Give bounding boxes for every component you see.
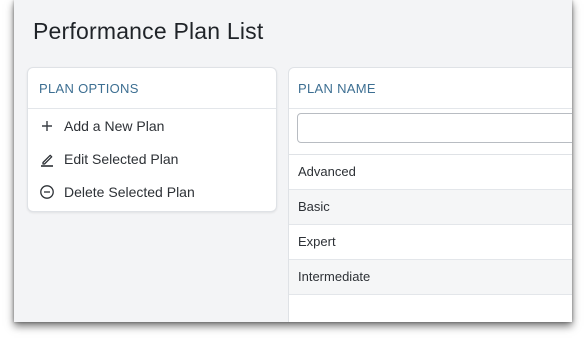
plan-name-column-header[interactable]: PLAN NAME (289, 68, 572, 109)
pencil-icon (39, 151, 55, 167)
plan-name-filter-input[interactable] (297, 113, 572, 143)
table-row[interactable]: Advanced (289, 155, 572, 190)
plan-options-header: PLAN OPTIONS (28, 68, 276, 109)
table-row[interactable]: Basic (289, 190, 572, 225)
filter-row (289, 109, 572, 155)
add-plan-button[interactable]: Add a New Plan (28, 109, 276, 142)
app-window: Performance Plan List PLAN OPTIONS Add a… (14, 0, 572, 322)
delete-plan-label: Delete Selected Plan (64, 183, 195, 200)
plan-list-table: PLAN NAME Advanced Basic Expert Intermed… (288, 67, 572, 322)
table-row[interactable]: Intermediate (289, 260, 572, 295)
edit-plan-label: Edit Selected Plan (64, 150, 179, 167)
plus-icon (39, 118, 55, 134)
table-row[interactable]: Expert (289, 225, 572, 260)
minus-circle-icon (39, 184, 55, 200)
delete-plan-button[interactable]: Delete Selected Plan (28, 175, 276, 208)
edit-plan-button[interactable]: Edit Selected Plan (28, 142, 276, 175)
plan-options-panel: PLAN OPTIONS Add a New Plan Edit Selecte… (27, 67, 277, 212)
page-title: Performance Plan List (33, 18, 264, 44)
add-plan-label: Add a New Plan (64, 117, 165, 134)
